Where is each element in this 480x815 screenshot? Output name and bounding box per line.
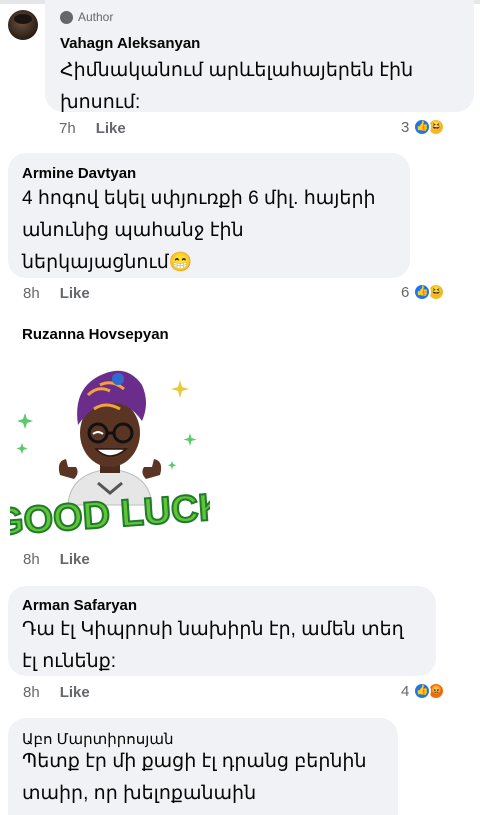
commenter-name[interactable]: Ruzanna Hovsepyan bbox=[22, 326, 169, 343]
reaction-count: 4 bbox=[401, 682, 410, 700]
reaction-summary[interactable]: 6 👍 😆 bbox=[401, 283, 446, 301]
author-badge-icon bbox=[60, 10, 73, 24]
reaction-summary[interactable]: 3 👍 😆 bbox=[401, 118, 446, 136]
comment-meta: 8h Like bbox=[23, 551, 90, 568]
comment-meta: 8h Like bbox=[23, 684, 90, 701]
sticker-text: GOOD LUCK bbox=[10, 485, 210, 545]
author-badge-label: Author bbox=[78, 10, 114, 24]
reaction-count: 6 bbox=[401, 283, 410, 301]
like-button[interactable]: Like bbox=[60, 551, 90, 568]
like-button[interactable]: Like bbox=[60, 285, 90, 302]
comment-meta: 8h Like bbox=[23, 285, 90, 302]
comment-text: Հիմնականում արևելահայերեն էին խոսում: bbox=[60, 60, 414, 113]
comment-time[interactable]: 8h bbox=[23, 285, 40, 302]
like-button[interactable]: Like bbox=[96, 120, 126, 137]
svg-text:GOOD LUCK: GOOD LUCK bbox=[10, 486, 210, 544]
commenter-name[interactable]: Vahagn Aleksanyan bbox=[60, 35, 200, 52]
reaction-summary[interactable]: 4 👍 😡 bbox=[401, 682, 446, 700]
comment-time[interactable]: 8h bbox=[23, 551, 40, 568]
author-badge: Author bbox=[60, 10, 113, 24]
comment-text: Պետք էր մի քացի էլ դրանց բերնին տաիր, որ… bbox=[22, 751, 367, 804]
sparkle-icon bbox=[171, 380, 189, 398]
avatar[interactable] bbox=[8, 10, 38, 40]
commenter-name[interactable]: Arman Safaryan bbox=[22, 597, 137, 614]
comment-time[interactable]: 8h bbox=[23, 684, 40, 701]
commenter-name[interactable]: Armine Davtyan bbox=[22, 165, 136, 182]
comment-meta: 7h Like bbox=[59, 120, 126, 137]
comment-text: 4 հոգով եկել սփյուռքի 6 միլ. հայերի անու… bbox=[22, 188, 376, 273]
comment-text: Դա էլ Կիպրոսի նախիրն էր, ամեն տեղ էլ ուն… bbox=[22, 619, 404, 672]
reaction-count: 3 bbox=[401, 118, 410, 136]
good-luck-sticker[interactable]: GOOD LUCK bbox=[10, 355, 210, 545]
comment-time[interactable]: 7h bbox=[59, 120, 76, 137]
like-button[interactable]: Like bbox=[60, 684, 90, 701]
